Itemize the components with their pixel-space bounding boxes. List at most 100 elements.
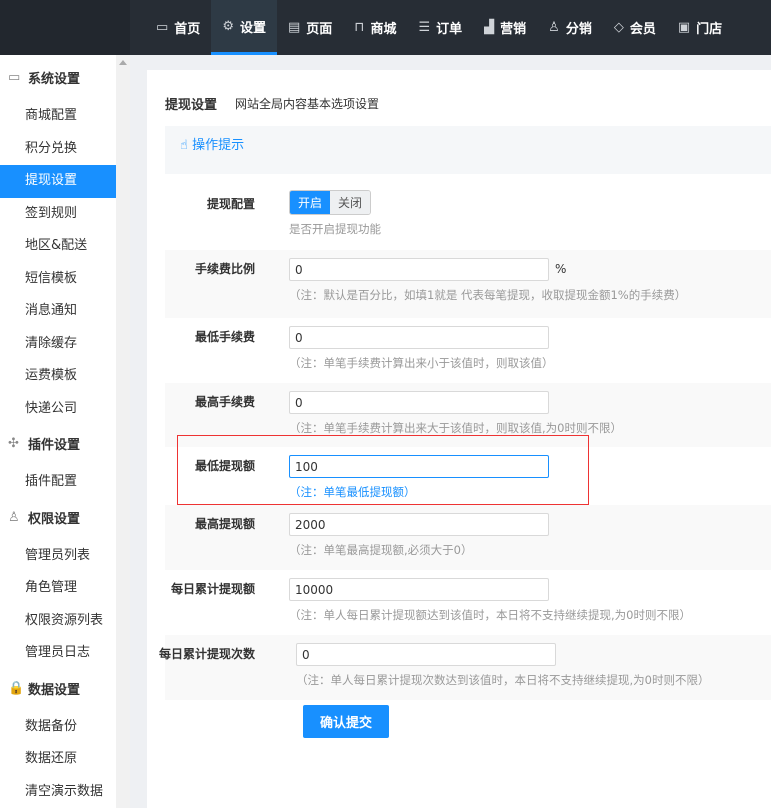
tip-label: 操作提示 — [192, 138, 245, 153]
sidebar-item[interactable]: 数据还原 — [0, 743, 116, 776]
page-title: 提现设置 — [165, 98, 218, 113]
nav-label: 会员 — [629, 22, 656, 37]
nav-label: 订单 — [436, 22, 463, 37]
nav-item-5[interactable]: ▟ 营销 — [473, 0, 537, 55]
form-row: 最高提现额 （注：单笔最高提现额,必须大于0） — [165, 505, 771, 570]
nav-label: 商城 — [370, 22, 397, 37]
form-row-withdraw-switch: 提现配置 开启 关闭 是否开启提现功能 — [165, 185, 771, 250]
group-label: 插件设置 — [28, 438, 81, 453]
field-input[interactable] — [289, 513, 549, 536]
nav-item-7[interactable]: ◇ 会员 — [603, 0, 667, 55]
field-note: （注：单笔手续费计算出来大于该值时，则取该值,为0时则不限） — [289, 421, 622, 435]
scroll-up-arrow-icon[interactable] — [119, 60, 127, 65]
form-row: 最低手续费 （注：单笔手续费计算出来小于该值时，则取该值） — [165, 318, 771, 383]
sidebar-item[interactable]: 积分兑换 — [0, 133, 116, 166]
content-panel: 提现设置 网站全局内容基本选项设置 ☝ 操作提示 提现配置 开启 关闭 是否开启… — [147, 70, 771, 808]
nav-label: 分销 — [565, 22, 592, 37]
sidebar-item[interactable]: 快递公司 — [0, 393, 116, 426]
nav-label: 设置 — [239, 20, 266, 36]
field-note: （注：单人每日累计提现额达到该值时，本日将不支持继续提现,为0时则不限） — [289, 608, 691, 622]
field-label: 最低提现额 — [194, 459, 255, 473]
form-row: 手续费比例 % （注：默认是百分比，如填1就是 代表每笔提现，收取提现金额1%的… — [165, 250, 771, 318]
logo-area — [0, 0, 130, 55]
sidebar-group[interactable]: ▭ 系统设置 — [0, 61, 116, 94]
lock-icon: 🔒 — [8, 680, 25, 696]
puzzle-icon: ✣ — [8, 436, 19, 451]
group-label: 数据设置 — [28, 682, 81, 698]
sidebar-item[interactable]: 地区&配送 — [0, 230, 116, 263]
sidebar-item[interactable]: 角色管理 — [0, 572, 116, 605]
user-icon: ♙ — [8, 509, 20, 525]
submit-button[interactable]: 确认提交 — [303, 705, 389, 738]
sidebar-group[interactable]: ♙ 权限设置 — [0, 501, 116, 534]
field-label: 手续费比例 — [194, 262, 255, 276]
toggle-on-button[interactable]: 开启 — [290, 191, 331, 214]
field-input[interactable] — [289, 578, 549, 601]
clipboard-icon: ☰ — [418, 20, 431, 35]
chart-icon: ▟ — [484, 20, 495, 35]
diamond-icon: ◇ — [613, 20, 624, 35]
field-note: （注：单笔手续费计算出来小于该值时，则取该值） — [289, 356, 554, 370]
withdraw-toggle[interactable]: 开启 关闭 — [289, 190, 372, 215]
main-nav: ▭ 首页 ⚙ 设置 ▤ 页面 ⊓ 商城 ☰ 订单 ▟ 营销 ♙ 分销 ◇ 会员 ▣ 门店 — [145, 0, 733, 55]
field-note: （注：单笔最低提现额） — [289, 485, 416, 499]
field-label: 最高提现额 — [194, 517, 255, 531]
nav-label: 营销 — [500, 22, 527, 37]
nav-item-6[interactable]: ♙ 分销 — [537, 0, 603, 55]
field-label: 最低手续费 — [194, 330, 255, 344]
group-label: 权限设置 — [28, 511, 81, 527]
sidebar-item[interactable]: 清除缓存 — [0, 328, 116, 361]
nav-label: 门店 — [696, 22, 723, 37]
monitor-icon: ▭ — [156, 20, 169, 35]
field-input[interactable] — [289, 326, 549, 349]
field-input[interactable] — [296, 643, 556, 666]
sidebar-group[interactable]: 🔒 数据设置 — [0, 672, 116, 705]
form-row: 每日累计提现次数 （注：单人每日累计提现次数达到该值时，本日将不支持继续提现,为… — [159, 635, 771, 700]
nav-item-4[interactable]: ☰ 订单 — [407, 0, 473, 55]
nav-label: 页面 — [306, 22, 333, 37]
top-navbar: ▭ 首页 ⚙ 设置 ▤ 页面 ⊓ 商城 ☰ 订单 ▟ 营销 ♙ 分销 ◇ 会员 ▣ 门店 — [0, 0, 771, 55]
sidebar-item[interactable]: 清空演示数据 — [0, 776, 116, 808]
field-note: 是否开启提现功能 — [289, 222, 381, 236]
sidebar-item[interactable]: 数据备份 — [0, 711, 116, 744]
field-input[interactable] — [289, 391, 549, 414]
nav-item-2[interactable]: ▤ 页面 — [277, 0, 343, 55]
field-input[interactable] — [289, 455, 549, 478]
toggle-off-button[interactable]: 关闭 — [330, 191, 371, 214]
field-input[interactable] — [289, 258, 549, 281]
sidebar-group[interactable]: ✣ 插件设置 — [0, 427, 116, 460]
nav-item-3[interactable]: ⊓ 商城 — [343, 0, 407, 55]
sidebar-item[interactable]: 权限资源列表 — [0, 605, 116, 638]
sidebar-item[interactable]: 提现设置 — [0, 165, 116, 198]
sidebar-item[interactable]: 短信模板 — [0, 263, 116, 296]
nav-label: 首页 — [174, 22, 201, 37]
sidebar-item[interactable]: 插件配置 — [0, 466, 116, 499]
sidebar-item[interactable]: 商城配置 — [0, 100, 116, 133]
field-label: 每日累计提现次数 — [158, 647, 255, 661]
sidebar-item[interactable]: 管理员日志 — [0, 637, 116, 670]
tip-box[interactable]: ☝ 操作提示 — [165, 126, 771, 174]
gear-icon: ⚙ — [222, 18, 234, 34]
page-subtitle: 网站全局内容基本选项设置 — [235, 97, 380, 111]
sidebar-item[interactable]: 运费模板 — [0, 360, 116, 393]
form-row: 每日累计提现额 （注：单人每日累计提现额达到该值时，本日将不支持继续提现,为0时… — [165, 570, 771, 635]
sidebar-item[interactable]: 签到规则 — [0, 198, 116, 231]
nav-item-1[interactable]: ⚙ 设置 — [211, 0, 277, 55]
sidebar-item[interactable]: 管理员列表 — [0, 540, 116, 573]
field-label: 最高手续费 — [194, 395, 255, 409]
users-icon: ♙ — [548, 20, 560, 35]
store-icon: ▣ — [677, 20, 691, 35]
nav-item-8[interactable]: ▣ 门店 — [667, 0, 733, 55]
nav-item-0[interactable]: ▭ 首页 — [145, 0, 211, 55]
field-note: （注：默认是百分比，如填1就是 代表每笔提现，收取提现金额1%的手续费） — [289, 288, 687, 302]
bag-icon: ⊓ — [354, 20, 365, 35]
form-row: 最高手续费 （注：单笔手续费计算出来大于该值时，则取该值,为0时则不限） — [165, 383, 771, 447]
form-row: 最低提现额 （注：单笔最低提现额） — [165, 447, 771, 505]
monitor-icon: ▭ — [8, 70, 21, 85]
field-note: （注：单笔最高提现额,必须大于0） — [289, 543, 473, 557]
field-note: （注：单人每日累计提现次数达到该值时，本日将不支持继续提现,为0时则不限） — [296, 673, 710, 687]
sidebar-item[interactable]: 消息通知 — [0, 295, 116, 328]
field-label: 每日累计提现额 — [170, 582, 255, 596]
sidebar-scrollbar[interactable] — [116, 55, 130, 808]
hand-pointer-icon: ☝ — [180, 138, 188, 153]
